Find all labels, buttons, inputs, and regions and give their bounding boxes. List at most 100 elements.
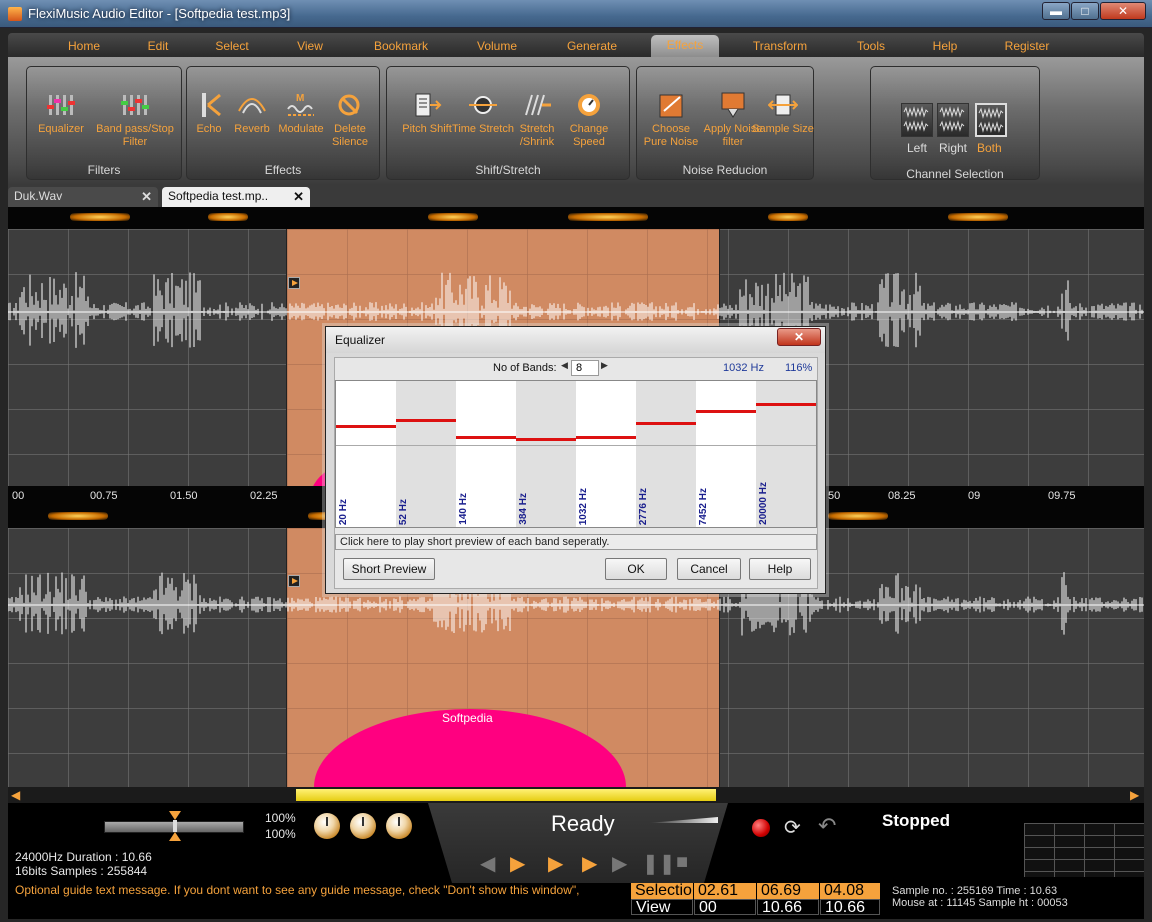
equalizer-close-button[interactable]: ✕ (777, 328, 821, 346)
help-button[interactable]: Help (749, 558, 811, 580)
bands-increase-icon[interactable]: ▶ (601, 360, 608, 371)
menu-edit[interactable]: Edit (132, 36, 184, 56)
forward-icon[interactable]: ▶ (612, 851, 627, 876)
play-icon[interactable]: ▶ (582, 851, 597, 876)
channel-both-button[interactable] (975, 103, 1007, 137)
channel-left-label: Left (907, 141, 928, 155)
equalizer-band-plot[interactable]: 20 Hz 52 Hz 140 Hz 384 Hz 1032 Hz 2776 H… (335, 380, 817, 528)
pause-icon[interactable]: ❚❚ (642, 851, 676, 876)
bandpass-filter-icon (121, 95, 149, 115)
eq-band[interactable]: 2776 Hz (636, 381, 696, 527)
band-level-line[interactable] (516, 438, 576, 441)
view-end[interactable]: 10.66 (757, 899, 819, 916)
ruler-tick: 02.25 (250, 490, 278, 502)
channel-left-button[interactable] (901, 103, 933, 137)
eq-band[interactable]: 384 Hz (516, 381, 576, 527)
band-level-line[interactable] (636, 422, 696, 425)
band-frequency-label: 52 Hz (398, 498, 409, 525)
tab-label: Duk.Wav (14, 189, 63, 203)
selection-length[interactable]: 04.08 (820, 883, 880, 899)
selection-end[interactable]: 06.69 (757, 883, 819, 899)
sample-size-tool[interactable]: Sample Size (751, 91, 815, 136)
close-button[interactable]: ✕ (1100, 2, 1146, 20)
change-speed-tool[interactable]: Change Speed (557, 91, 621, 149)
bands-decrease-icon[interactable]: ◀ (561, 360, 568, 371)
ok-button[interactable]: OK (605, 558, 667, 580)
band-frequency-label: 384 Hz (518, 493, 529, 525)
choose-pure-noise-label: Choose Pure Noise (643, 123, 699, 148)
eq-band[interactable]: 52 Hz (396, 381, 456, 527)
stop-icon[interactable]: ■ (676, 851, 688, 874)
record-icon[interactable] (752, 819, 770, 837)
band-level-line[interactable] (576, 436, 636, 439)
pitch-shift-tool[interactable]: Pitch Shift (395, 91, 459, 136)
maximize-button[interactable]: □ (1071, 2, 1099, 20)
return-icon[interactable]: ↶ (818, 813, 836, 839)
scroll-left-icon[interactable]: ◀ (11, 788, 20, 802)
menu-register[interactable]: Register (992, 36, 1062, 56)
choose-pure-noise-tool[interactable]: Choose Pure Noise (639, 91, 703, 149)
close-tab-icon[interactable]: ✕ (293, 187, 304, 206)
scroll-thumb[interactable] (296, 789, 716, 801)
equalizer-body: No of Bands: ◀ 8 ▶ 1032 Hz 116% 20 Hz 52… (334, 357, 818, 589)
menu-effects[interactable]: Effects (651, 35, 719, 57)
scroll-right-icon[interactable]: ▶ (1130, 788, 1139, 802)
band-level-line[interactable] (456, 436, 516, 439)
minimize-button[interactable]: ▬ (1042, 2, 1070, 20)
eq-band[interactable]: 20 Hz (336, 381, 396, 527)
menu-view[interactable]: View (280, 36, 340, 56)
band-preview-hint[interactable]: Click here to play short preview of each… (335, 534, 817, 550)
bands-input[interactable]: 8 (571, 360, 599, 376)
menu-bookmark[interactable]: Bookmark (362, 36, 440, 56)
menu-generate[interactable]: Generate (554, 36, 630, 56)
shift-stretch-group: Pitch Shift Time Stretch Stretch /Shrink… (386, 66, 630, 180)
band-level-line[interactable] (696, 410, 756, 413)
menu-select[interactable]: Select (202, 36, 262, 56)
transport-panel: 100% 100% 24000Hz Duration : 10.66 16bit… (8, 803, 1144, 919)
cancel-button[interactable]: Cancel (677, 558, 741, 580)
noise-reduction-group: Choose Pure Noise Apply Noise filter Sam… (636, 66, 814, 180)
eq-band[interactable]: 1032 Hz (576, 381, 636, 527)
equalizer-title: Equalizer (335, 333, 386, 347)
window-title: FlexiMusic Audio Editor - [Softpedia tes… (28, 6, 291, 21)
pan-knob[interactable] (350, 813, 376, 839)
eq-band[interactable]: 140 Hz (456, 381, 516, 527)
play-marker-bottom[interactable] (288, 575, 300, 587)
tab-softpedia-test[interactable]: Softpedia test.mp.. ✕ (162, 187, 310, 207)
ruler-tick: 09.75 (1048, 490, 1076, 502)
selection-start[interactable]: 02.61 (694, 883, 756, 899)
bandpass-tool[interactable]: Band pass/Stop Filter (95, 91, 175, 149)
status-text: Ready (551, 811, 615, 836)
volume-knob[interactable] (314, 813, 340, 839)
menu-help[interactable]: Help (920, 36, 970, 56)
view-start[interactable]: 00 (694, 899, 756, 916)
loop-icon[interactable]: ⟳ (784, 815, 801, 840)
tab-duk-wav[interactable]: Duk.Wav ✕ (8, 187, 158, 207)
close-tab-icon[interactable]: ✕ (141, 187, 152, 206)
play-selection-icon[interactable]: ▶ (510, 851, 525, 876)
delete-silence-icon (338, 94, 360, 116)
rewind-icon[interactable]: ◀ (480, 851, 495, 876)
short-preview-button[interactable]: Short Preview (343, 558, 435, 580)
channel-selection-label: Channel Selection (906, 167, 1004, 181)
band-level-line[interactable] (336, 425, 396, 428)
view-length[interactable]: 10.66 (820, 899, 880, 916)
menu-home[interactable]: Home (56, 36, 112, 56)
play-marker-top[interactable] (288, 277, 300, 289)
channel-right-button[interactable] (937, 103, 969, 137)
equalizer-tool[interactable]: Equalizer (29, 91, 93, 136)
band-level-line[interactable] (396, 419, 456, 422)
delete-silence-tool[interactable]: Delete Silence (317, 91, 383, 149)
reverb-tool[interactable]: Reverb (227, 91, 277, 136)
menu-transform[interactable]: Transform (740, 36, 820, 56)
play-view-icon[interactable]: ▶ (548, 851, 563, 876)
eq-band[interactable]: 7452 Hz (696, 381, 756, 527)
choose-noise-icon (659, 94, 683, 118)
horizontal-scrollbar[interactable]: ◀ ▶ (8, 787, 1144, 803)
speed-knob[interactable] (386, 813, 412, 839)
menu-tools[interactable]: Tools (844, 36, 898, 56)
eq-band[interactable]: 20000 Hz (756, 381, 816, 527)
band-level-line[interactable] (756, 403, 816, 406)
menu-volume[interactable]: Volume (464, 36, 530, 56)
balance-slider-handle[interactable] (168, 811, 182, 841)
